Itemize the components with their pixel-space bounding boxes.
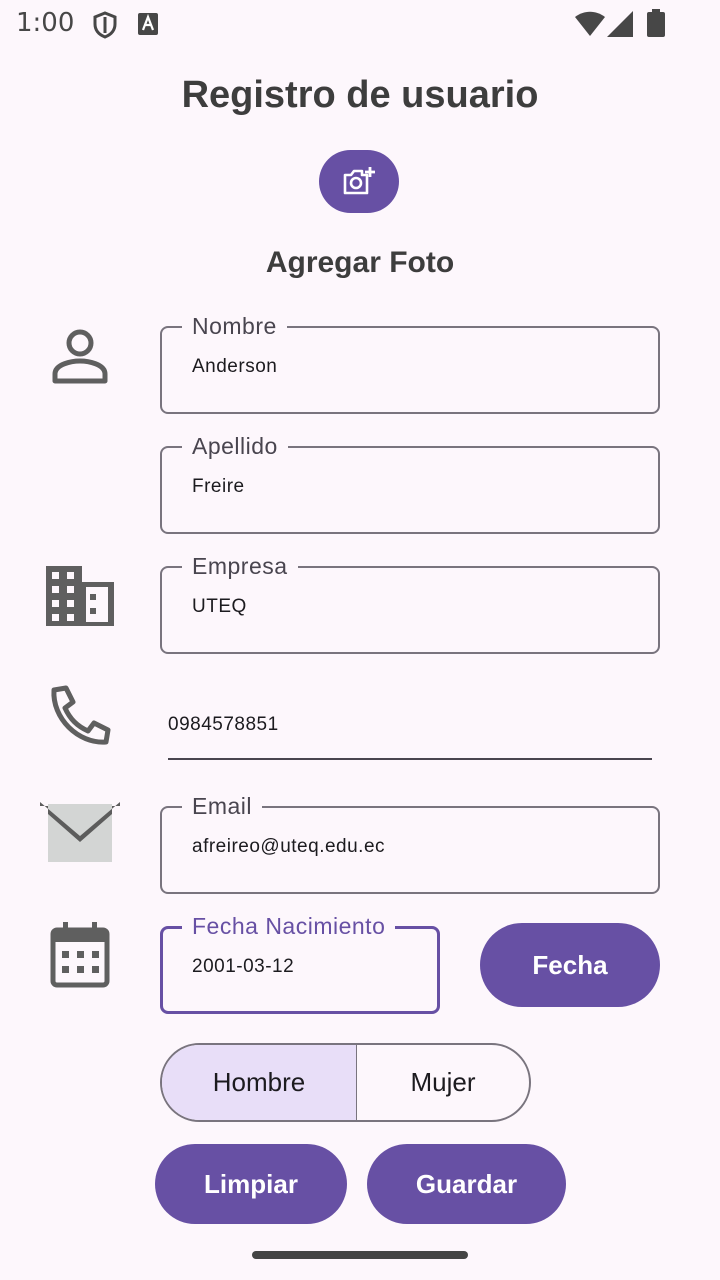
- wifi-icon: [575, 11, 605, 36]
- gender-segmented-control: Hombre Mujer: [160, 1043, 531, 1122]
- guardar-button[interactable]: Guardar: [367, 1144, 566, 1224]
- gesture-nav-bar[interactable]: [252, 1251, 468, 1259]
- nombre-value: Anderson: [192, 356, 278, 377]
- segment-hombre[interactable]: Hombre: [162, 1045, 357, 1120]
- telefono-value: 0984578851: [168, 714, 279, 735]
- add-photo-label: Agregar Foto: [265, 246, 455, 279]
- segment-mujer[interactable]: Mujer: [357, 1045, 529, 1120]
- text-format-icon: [138, 13, 158, 35]
- email-field[interactable]: Email afreireo@uteq.edu.ec: [160, 792, 660, 894]
- battery-icon: [647, 9, 665, 37]
- apellido-value: Freire: [192, 476, 245, 497]
- add-a-photo-icon: [343, 166, 375, 194]
- email-icon: [40, 802, 120, 862]
- limpiar-button[interactable]: Limpiar: [155, 1144, 347, 1224]
- fecha-button[interactable]: Fecha: [480, 923, 660, 1007]
- business-icon: [46, 566, 114, 626]
- email-label: Email: [182, 792, 263, 820]
- page-title: Registro de usuario: [181, 74, 539, 116]
- nombre-label: Nombre: [182, 312, 287, 340]
- apellido-label: Apellido: [182, 432, 288, 460]
- empresa-value: UTEQ: [192, 596, 247, 617]
- fecha-nacimiento-field[interactable]: Fecha Nacimiento 2001-03-12: [160, 912, 440, 1014]
- empresa-field[interactable]: Empresa UTEQ: [160, 552, 660, 654]
- email-value: afreireo@uteq.edu.ec: [192, 836, 386, 857]
- phone-icon: [51, 685, 111, 745]
- person-icon: [52, 329, 108, 384]
- telefono-field[interactable]: 0984578851: [168, 704, 652, 760]
- calendar-icon: [50, 922, 110, 988]
- status-time: 1:00: [16, 8, 75, 38]
- fecha-nacimiento-value: 2001-03-12: [192, 956, 295, 977]
- add-photo-button[interactable]: [319, 150, 399, 213]
- fecha-nacimiento-label: Fecha Nacimiento: [182, 912, 396, 940]
- nombre-field[interactable]: Nombre Anderson: [160, 312, 660, 414]
- shield-icon: [93, 11, 117, 39]
- apellido-field[interactable]: Apellido Freire: [160, 432, 660, 534]
- signal-icon: [607, 11, 633, 37]
- empresa-label: Empresa: [182, 552, 298, 580]
